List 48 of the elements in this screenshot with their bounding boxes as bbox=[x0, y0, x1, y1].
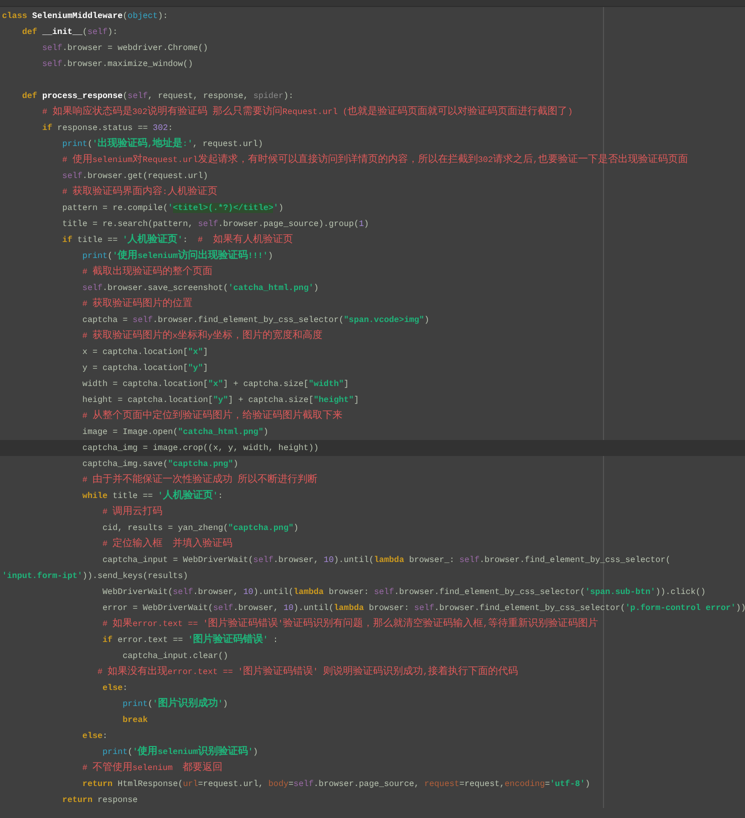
code-line: break bbox=[122, 714, 149, 727]
code-line: WebDriverWait(self.browser, 10).until(lambda browser: self.browser.find_element_by_css_selector('span.sub-btn')).click() bbox=[102, 586, 707, 599]
code-line: cid, results = yan_zheng("captcha.png") bbox=[102, 522, 300, 535]
code-line: self.browser.get(request.url) bbox=[61, 170, 210, 183]
code-line: print('使用selenium访问出现验证码!!!') bbox=[81, 248, 274, 263]
code-line: # 由于并不能保证一次性验证成功 所以不断进行判断 bbox=[81, 472, 318, 487]
code-line: # 获取验证码图片的x坐标和y坐标，图片的宽度和高度 bbox=[81, 328, 324, 343]
code-line: # 获取验证码图片的位置 bbox=[81, 296, 194, 311]
code-line: while title == '人机验证页': bbox=[81, 488, 224, 503]
code-line: def process_response(self, request, response, spider): bbox=[21, 90, 295, 103]
code-line: captcha_input.clear() bbox=[122, 650, 230, 663]
code-line: if response.status == 302: bbox=[41, 122, 174, 135]
code-line: return response bbox=[61, 794, 139, 807]
code-line: def __init__(self): bbox=[21, 26, 119, 39]
code-line: title = re.search(pattern, self.browser.page_source).group(1) bbox=[61, 218, 370, 231]
code-line: x = captcha.location["x"] bbox=[81, 346, 210, 359]
code-line: image = Image.open("catcha_html.png") bbox=[81, 426, 270, 439]
code-line: self.browser.save_screenshot('catcha_html.png') bbox=[81, 282, 320, 295]
code-line: print('图片识别成功') bbox=[122, 696, 229, 711]
code-line: # 如果响应状态码是302说明有验证码 那么只需要访问Request.url (也就是验证码页面就可以对验证码页面进行截图了) bbox=[41, 104, 574, 119]
code-line: # 不管使用selenium 都要返回 bbox=[81, 760, 224, 775]
code-line: y = captcha.location["y"] bbox=[81, 362, 210, 375]
code-line: # 如果error.text == '图片验证码错误'验证码识别有问题，那么就清空验证码输入框,等待重新识别验证码图片 bbox=[102, 616, 600, 631]
code-line: # 截取出现验证码的整个页面 bbox=[81, 264, 214, 279]
code-line: # 使用selenium对Request.url发起请求，有时候可以直接访问到详情页的内容，所以在拦截到302请求之后,也要验证一下是否出现验证码页面 bbox=[61, 152, 689, 167]
code-line: captcha = self.browser.find_element_by_css_selector("span.vcode>img") bbox=[81, 314, 430, 327]
code-line: return HtmlResponse(url=request.url, body=self.browser.page_source, request=request,encoding='utf-8') bbox=[81, 778, 592, 791]
code-line: class SeleniumMiddleware(object): bbox=[1, 10, 169, 23]
code-line: # 如果没有出现error.text == '图片验证码错误' 则说明验证码识别成功,接着执行下面的代码 bbox=[96, 664, 520, 679]
code-line: else: bbox=[81, 730, 109, 743]
code-line: self.browser.maximize_window() bbox=[41, 58, 194, 71]
code-line: captcha_img.save("captcha.png") bbox=[81, 458, 240, 471]
code-line: width = captcha.location["x"] + captcha.size["width"] bbox=[81, 378, 350, 391]
code-line: # 从整个页面中定位到验证码图片，给验证码图片截取下来 bbox=[81, 408, 344, 423]
code-line: error = WebDriverWait(self.browser, 10).until(lambda browser: self.browser.find_element_by_css_selector('p.form-control error')) bbox=[102, 602, 745, 615]
code-line: height = captcha.location["y"] + captcha.size["height"] bbox=[81, 394, 360, 407]
code-line: pattern = re.compile('<titel>(.*?)</title>') bbox=[61, 202, 284, 215]
code-line: captcha_input = WebDriverWait(self.browser, 10).until(lambda browser_: self.browser.find_element_by_css_selector( bbox=[102, 554, 672, 567]
code-line: # 定位输入框 并填入验证码 bbox=[102, 536, 234, 551]
code-line: # 获取验证码界面内容:人机验证页 bbox=[61, 184, 218, 199]
code-line: print('出现验证码,地址是:', request.url) bbox=[61, 136, 264, 151]
code-line: self.browser = webdriver.Chrome() bbox=[41, 42, 210, 55]
code-line: else: bbox=[102, 682, 129, 695]
code-line: # 调用云打码 bbox=[102, 504, 164, 519]
code-line: if error.text == '图片验证码错误' : bbox=[102, 632, 280, 647]
code-line: if title == '人机验证页': # 如果有人机验证页 bbox=[61, 232, 294, 247]
code-line: 'input.form-ipt')).send_keys(results) bbox=[1, 570, 189, 583]
code-line: print('使用selenium识别验证码') bbox=[102, 744, 259, 759]
